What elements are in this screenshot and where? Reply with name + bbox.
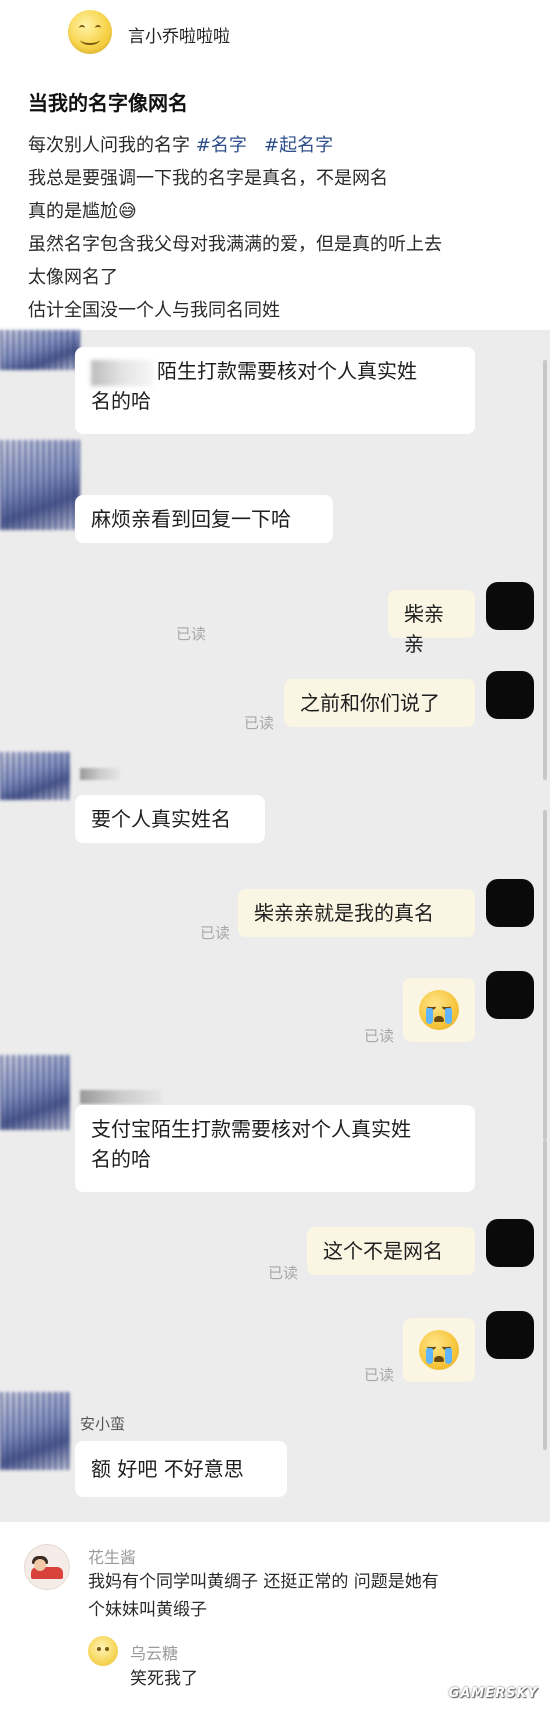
scrollbar-lower: [543, 1140, 547, 1450]
blurred-avatar: [0, 1392, 70, 1470]
read-receipt: 已读: [176, 625, 207, 643]
hashtag-naming[interactable]: #起名字: [264, 135, 333, 156]
post-line-1: 每次别人问我的名字 #名字 #起名字: [28, 131, 333, 157]
outgoing-message-bubble: 之前和你们说了: [284, 679, 475, 727]
my-avatar: [486, 1311, 534, 1359]
incoming-message-bubble: 要个人真实姓名: [75, 795, 265, 843]
crying-emoji-icon: [419, 990, 459, 1030]
blurred-avatar: [0, 1055, 70, 1130]
reply-name[interactable]: 乌云糖: [130, 1640, 178, 1664]
message-text: 名的哈: [91, 1147, 151, 1171]
comment-text-line: 个妹妹叫黄缎子: [88, 1600, 207, 1620]
read-receipt: 已读: [268, 1264, 299, 1282]
post-line-3: 真的是尴尬😅: [28, 201, 137, 222]
redacted-text: [91, 359, 153, 386]
post-title: 当我的名字像网名: [28, 91, 188, 115]
user-avatar[interactable]: [68, 10, 112, 54]
outgoing-message-bubble: 柴亲亲: [388, 590, 475, 656]
outgoing-emoji-bubble: [403, 1318, 475, 1382]
my-avatar: [486, 971, 534, 1019]
post-line-5: 太像网名了: [28, 267, 118, 288]
comment-text-line: 我妈有个同学叫黄绸子 还挺正常的 问题是她有: [88, 1572, 439, 1592]
post-line-2: 我总是要强调一下我的名字是真名，不是网名: [28, 168, 388, 189]
reply-avatar[interactable]: [88, 1636, 118, 1666]
post-line-1-text: 每次别人问我的名字: [28, 135, 196, 156]
message-text: 这个不是网名: [323, 1239, 443, 1263]
my-avatar: [486, 582, 534, 630]
incoming-message-bubble: 陌生打款需要核对个人真实姓 名的哈: [75, 347, 475, 434]
watermark: GAMERSKY: [448, 1686, 538, 1701]
scrollbar-middle: [543, 810, 547, 1140]
post-line-6: 估计全国没一个人与我同名同姓: [28, 300, 280, 321]
blurred-avatar: [0, 752, 70, 800]
incoming-message-bubble: 支付宝陌生打款需要核对个人真实姓 名的哈: [75, 1105, 475, 1192]
sender-name: 安小蛮: [80, 1415, 126, 1433]
crying-emoji-icon: [419, 1330, 459, 1370]
incoming-message-bubble: 麻烦亲看到回复一下哈: [75, 495, 333, 543]
outgoing-emoji-bubble: [403, 978, 475, 1042]
post-line-4: 虽然名字包含我父母对我满满的爱，但是真的听上去: [28, 234, 442, 255]
comment-text: 我妈有个同学叫黄绸子 还挺正常的 问题是她有 个妹妹叫黄缎子: [88, 1568, 439, 1624]
message-text: 陌生打款需要核对个人真实姓: [157, 359, 417, 383]
blurred-avatar: [0, 330, 80, 370]
incoming-message-bubble: 额 好吧 不好意思: [75, 1441, 287, 1497]
redacted-sender-name: [80, 768, 120, 780]
commenter-name[interactable]: 花生酱: [88, 1544, 136, 1568]
outgoing-message-bubble: 这个不是网名: [307, 1227, 475, 1275]
reply-text: 笑死我了: [130, 1669, 198, 1689]
read-receipt: 已读: [364, 1027, 395, 1045]
blurred-avatar: [0, 440, 80, 530]
message-text: 额 好吧 不好意思: [91, 1457, 244, 1481]
message-text: 支付宝陌生打款需要核对个人真实姓: [91, 1117, 411, 1141]
message-text: 要个人真实姓名: [91, 807, 231, 831]
my-avatar: [486, 879, 534, 927]
redacted-sender-name: [80, 1090, 162, 1104]
read-receipt: 已读: [364, 1366, 395, 1384]
read-receipt: 已读: [200, 924, 231, 942]
hashtag-name[interactable]: #名字: [196, 135, 247, 156]
scrollbar-upper: [543, 360, 547, 780]
commenter-avatar[interactable]: [24, 1544, 70, 1590]
message-text: 柴亲亲就是我的真名: [254, 901, 434, 925]
outgoing-message-bubble: 柴亲亲就是我的真名: [238, 889, 475, 937]
read-receipt: 已读: [244, 714, 275, 732]
username[interactable]: 言小乔啦啦啦: [128, 22, 230, 47]
message-text: 麻烦亲看到回复一下哈: [91, 507, 291, 531]
message-text: 名的哈: [91, 389, 151, 413]
my-avatar: [486, 671, 534, 719]
message-text: 之前和你们说了: [300, 691, 440, 715]
my-avatar: [486, 1219, 534, 1267]
